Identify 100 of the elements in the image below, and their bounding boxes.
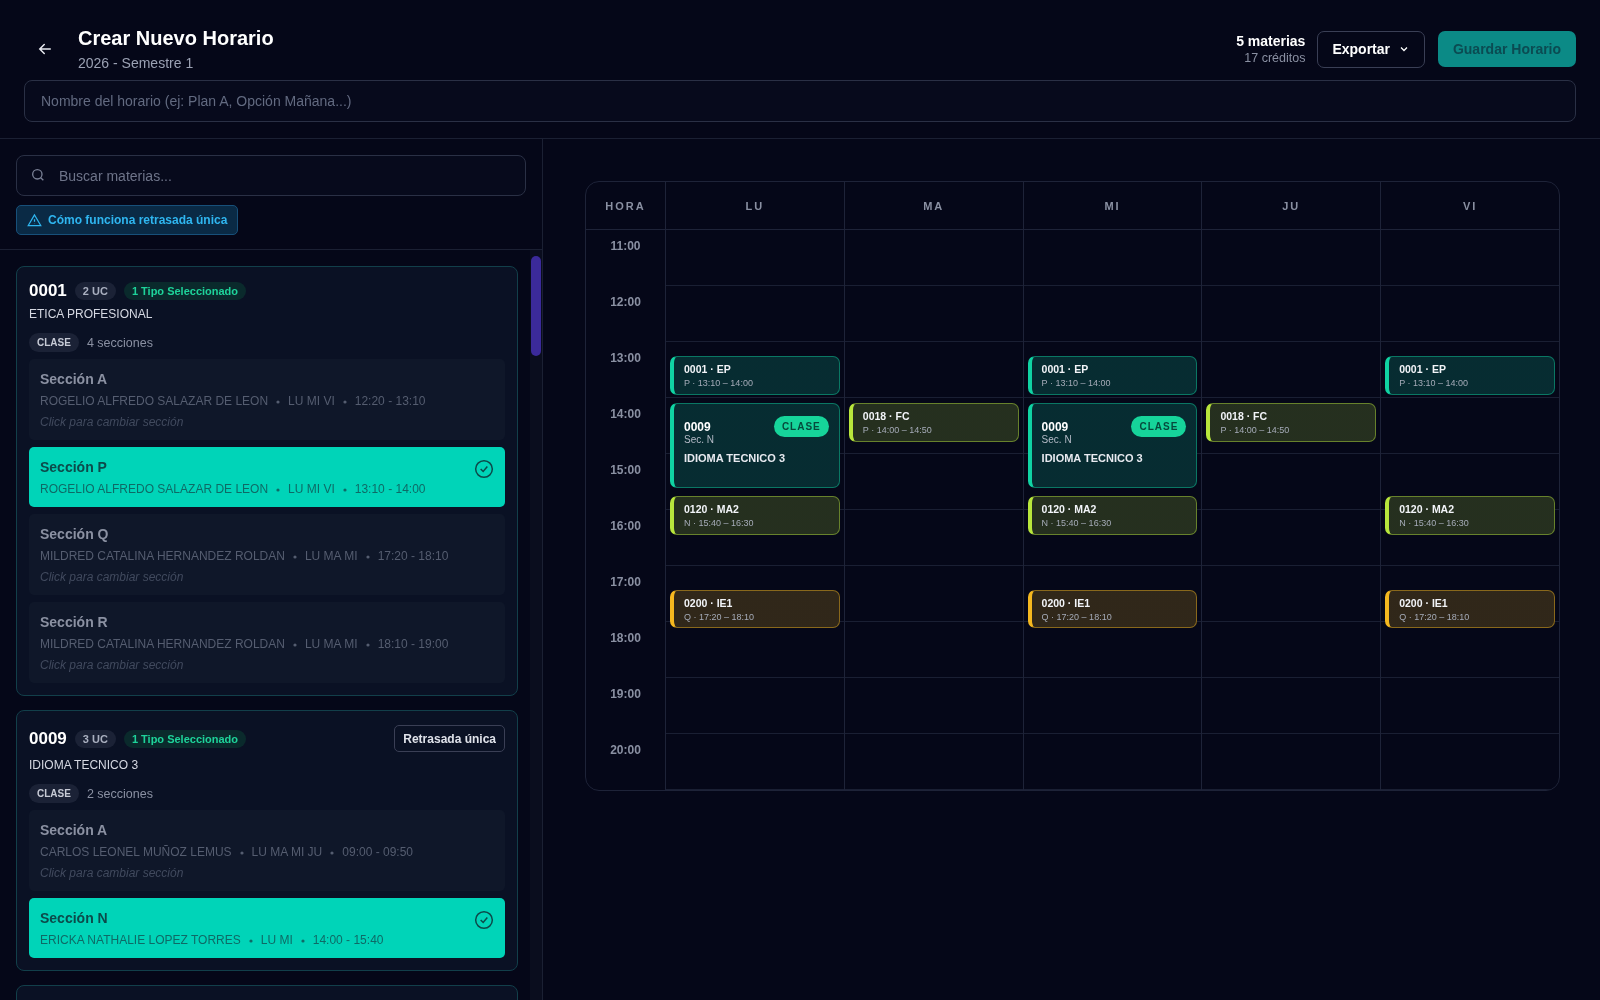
day-header: JU xyxy=(1201,182,1381,230)
event-time: P · 13:10 – 14:00 xyxy=(684,378,754,389)
subject-count: 5 materias xyxy=(1236,33,1306,49)
course-name: ETICA PROFESIONAL xyxy=(29,307,154,321)
help-link[interactable]: Cómo funciona retrasada única xyxy=(16,205,239,235)
day-header: LU xyxy=(665,182,844,230)
class-event[interactable]: 0200 · IE1 Q · 17:20 – 18:10 xyxy=(1027,589,1198,629)
event-time: N · 15:40 – 16:30 xyxy=(684,518,755,529)
export-button[interactable]: Exportar xyxy=(1317,30,1425,68)
section-count: 2 secciones xyxy=(86,786,153,801)
section-time: 12:20 - 13:10 xyxy=(354,394,426,408)
credit-count: 17 créditos xyxy=(1244,51,1306,65)
event-time: N · 15:40 – 16:30 xyxy=(1041,518,1113,529)
section-time: 18:10 - 19:00 xyxy=(377,637,449,651)
class-event[interactable]: 0001 · EP P · 13:10 – 14:00 xyxy=(1027,356,1198,395)
section-title: Sección Q xyxy=(40,526,109,542)
schedule-name-field[interactable]: Nombre del horario (ej: Plan A, Opción Mañana...) xyxy=(24,80,1576,122)
teacher-name: ROGELIO ALFREDO SALAZAR DE LEON xyxy=(40,394,269,408)
hour-label: 20:00 xyxy=(609,742,642,759)
event-name: IDIOMA TECNICO 3 xyxy=(1041,452,1144,464)
section-days: LU MI VI xyxy=(288,482,335,496)
event-code: 0009 xyxy=(1041,419,1069,434)
late-exam-button[interactable]: Retrasada única xyxy=(394,725,505,752)
event-time: N · 15:40 – 16:30 xyxy=(1399,518,1470,529)
section-option[interactable]: Sección P ROGELIO ALFREDO SALAZAR DE LEON LU MI VI 13:10 - 14:00 xyxy=(29,447,505,507)
event-time: Q · 17:20 – 18:10 xyxy=(1399,611,1471,622)
class-event[interactable]: 0200 · IE1 Q · 17:20 – 18:10 xyxy=(670,589,840,629)
section-days: LU MI xyxy=(260,933,293,947)
status-badge: 1 Tipo Seleccionado xyxy=(123,282,247,300)
event-time: Q · 17:20 – 18:10 xyxy=(684,611,756,622)
teacher-name: CARLOS LEONEL MUÑOZ LEMUS xyxy=(40,845,232,859)
hour-label: 17:00 xyxy=(609,574,642,591)
section-option[interactable]: Sección N ERICKA NATHALIE LOPEZ TORRES LU MI 14:00 - 15:40 xyxy=(29,898,505,958)
event-time: P · 13:10 – 14:00 xyxy=(1399,378,1470,389)
type-tag: CLASE xyxy=(773,416,829,437)
teacher-name: ERICKA NATHALIE LOPEZ TORRES xyxy=(40,933,241,947)
status-badge: 1 Tipo Seleccionado xyxy=(123,729,247,748)
class-event[interactable]: 0001 · EP P · 13:10 – 14:00 xyxy=(670,356,840,395)
class-event[interactable]: 0001 · EP P · 13:10 – 14:00 xyxy=(1385,356,1555,395)
hour-label: 11:00 xyxy=(609,238,642,255)
search-icon xyxy=(30,167,46,183)
section-title: Sección A xyxy=(40,371,108,387)
course-name: IDIOMA TECNICO 3 xyxy=(29,758,140,772)
hour-label: 12:00 xyxy=(609,294,642,311)
section-title: Sección A xyxy=(40,822,108,838)
event-title: 0200 · IE1 xyxy=(1399,596,1449,609)
event-title: 0001 · EP xyxy=(1399,363,1447,376)
class-event[interactable]: 0018 · FC P · 14:00 – 14:50 xyxy=(1206,403,1377,442)
event-time: Q · 17:20 – 18:10 xyxy=(1041,611,1113,622)
hour-label: 19:00 xyxy=(609,686,642,703)
event-section: Sec. N xyxy=(1041,434,1187,445)
class-event[interactable]: 0009 CLASE Sec. N IDIOMA TECNICO 3 xyxy=(670,403,840,489)
section-title: Sección P xyxy=(40,459,107,475)
class-event[interactable]: 0120 · MA2 N · 15:40 – 16:30 xyxy=(1385,496,1555,535)
hour-label: 15:00 xyxy=(609,462,642,479)
time-column-header: HORA xyxy=(586,182,665,230)
page-subtitle: 2026 - Semestre 1 xyxy=(78,55,195,71)
check-circle-icon xyxy=(474,459,494,479)
event-title: 0200 · IE1 xyxy=(684,596,734,609)
section-title: Sección R xyxy=(40,614,108,630)
event-title: 0120 · MA2 xyxy=(684,503,740,516)
section-time: 14:00 - 15:40 xyxy=(312,933,384,947)
type-tag: CLASE xyxy=(1131,416,1187,437)
hour-label: 16:00 xyxy=(609,518,642,535)
hour-label: 13:00 xyxy=(609,350,642,367)
type-chip: CLASE xyxy=(29,784,79,803)
event-title: 0120 · MA2 xyxy=(1041,503,1098,516)
class-event[interactable]: 0018 · FC P · 14:00 – 14:50 xyxy=(848,403,1019,442)
page-title: Crear Nuevo Horario xyxy=(78,27,275,50)
day-header: MI xyxy=(1022,182,1202,230)
event-section: Sec. N xyxy=(684,434,829,445)
class-event[interactable]: 0120 · MA2 N · 15:40 – 16:30 xyxy=(670,496,840,535)
event-title: 0001 · EP xyxy=(1041,363,1090,376)
day-header: VI xyxy=(1380,182,1559,230)
teacher-name: MILDRED CATALINA HERNANDEZ ROLDAN xyxy=(40,637,285,651)
type-chip: CLASE xyxy=(29,333,79,352)
hour-label: 14:00 xyxy=(609,406,642,423)
teacher-name: ROGELIO ALFREDO SALAZAR DE LEON xyxy=(40,482,269,496)
event-title: 0001 · EP xyxy=(684,363,732,376)
event-title: 0018 · FC xyxy=(862,410,911,422)
event-code: 0009 xyxy=(684,419,711,434)
section-days: LU MA MI JU xyxy=(251,845,323,859)
event-time: P · 14:00 – 14:50 xyxy=(862,425,933,435)
scrollbar[interactable] xyxy=(531,256,541,356)
course-code: 0001 xyxy=(29,281,67,301)
event-name: IDIOMA TECNICO 3 xyxy=(684,452,787,464)
section-days: LU MA MI xyxy=(304,549,358,563)
class-event[interactable]: 0120 · MA2 N · 15:40 – 16:30 xyxy=(1027,496,1198,535)
event-title: 0018 · FC xyxy=(1220,410,1269,422)
section-time: 09:00 - 09:50 xyxy=(342,845,414,859)
section-time: 13:10 - 14:00 xyxy=(354,482,426,496)
search-field[interactable]: Buscar materias... xyxy=(16,155,526,196)
class-event[interactable]: 0200 · IE1 Q · 17:20 – 18:10 xyxy=(1385,589,1555,629)
warning-icon xyxy=(27,212,42,228)
section-count: 4 secciones xyxy=(86,335,153,350)
check-circle-icon xyxy=(474,910,494,930)
section-days: LU MI VI xyxy=(288,394,335,408)
day-header: MA xyxy=(843,182,1023,230)
class-event[interactable]: 0009 CLASE Sec. N IDIOMA TECNICO 3 xyxy=(1027,403,1198,489)
section-time: 17:20 - 18:10 xyxy=(377,549,449,563)
